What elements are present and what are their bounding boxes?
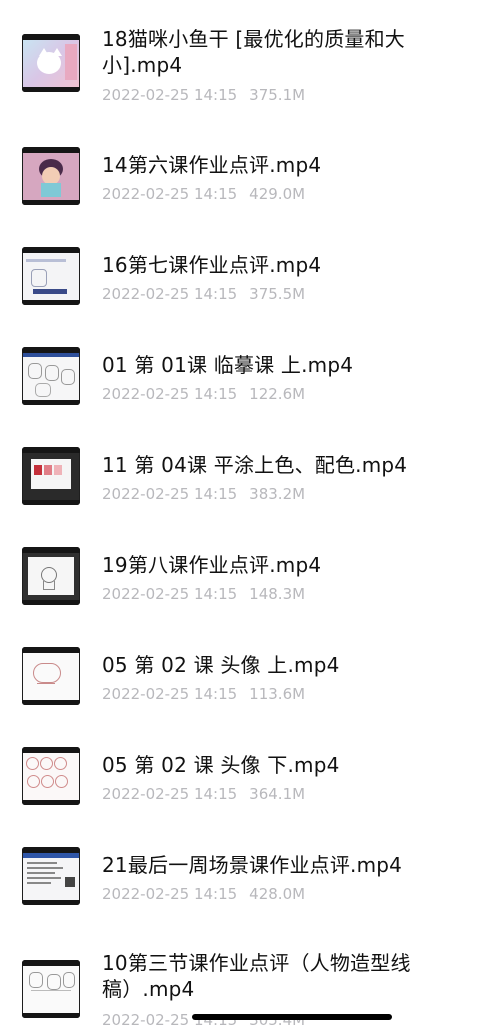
file-size: 148.3M [249,585,306,603]
file-date: 2022-02-25 14:15 [102,385,238,403]
file-size: 375.5M [249,285,306,303]
file-row[interactable]: 14第六课作业点评.mp4 2022-02-25 14:15 429.0M [0,120,493,220]
file-list: 18猫咪小鱼干 [最优化的质量和大小].mp4 2022-02-25 14:15… [0,0,493,1029]
home-indicator[interactable] [192,1014,392,1020]
file-name: 19第八课作业点评.mp4 [102,553,322,577]
file-row[interactable]: 05 第 02 课 头像 下.mp4 2022-02-25 14:15 364.1… [0,720,493,820]
file-size: 375.1M [249,86,306,104]
file-size: 364.1M [249,785,306,803]
file-row[interactable]: 16第七课作业点评.mp4 2022-02-25 14:15 375.5M [0,220,493,320]
file-row[interactable]: 19第八课作业点评.mp4 2022-02-25 14:15 148.3M [0,520,493,620]
video-thumbnail-icon [22,247,80,305]
file-date: 2022-02-25 14:15 [102,585,238,603]
file-meta: 2022-02-25 14:15 122.6M [102,384,305,404]
file-row[interactable]: 05 第 02 课 头像 上.mp4 2022-02-25 14:15 113.6… [0,620,493,720]
file-name: 14第六课作业点评.mp4 [102,153,322,177]
video-thumbnail-icon [22,747,80,805]
file-meta: 2022-02-25 14:15 375.5M [102,284,305,304]
file-date: 2022-02-25 14:15 [102,885,238,903]
file-size: 383.2M [249,485,306,503]
video-thumbnail-icon [22,960,80,1018]
video-thumbnail-icon [22,147,80,205]
file-date: 2022-02-25 14:15 [102,785,238,803]
file-meta: 2022-02-25 14:15 364.1M [102,784,305,804]
file-name: 21最后一周场景课作业点评.mp4 [102,853,403,877]
file-size: 429.0M [249,185,306,203]
file-name: 05 第 02 课 头像 上.mp4 [102,653,340,677]
file-meta: 2022-02-25 14:15 113.6M [102,684,305,704]
file-date: 2022-02-25 14:15 [102,485,238,503]
file-row[interactable]: 18猫咪小鱼干 [最优化的质量和大小].mp4 2022-02-25 14:15… [0,0,493,104]
file-row[interactable]: 01 第 01课 临摹课 上.mp4 2022-02-25 14:15 122.6… [0,320,493,420]
video-thumbnail-icon [22,547,80,605]
file-meta: 2022-02-25 14:15 305.4M [102,1010,305,1030]
file-date: 2022-02-25 14:15 [102,285,238,303]
video-thumbnail-icon [22,34,80,92]
file-meta: 2022-02-25 14:15 429.0M [102,184,305,204]
video-thumbnail-icon [22,347,80,405]
file-name: 16第七课作业点评.mp4 [102,253,322,277]
file-meta: 2022-02-25 14:15 375.1M [102,85,305,105]
video-thumbnail-icon [22,847,80,905]
file-name: 10第三节课作业点评（人物造型线稿）.mp4 [102,951,411,1001]
file-date: 2022-02-25 14:15 [102,685,238,703]
video-thumbnail-icon [22,447,80,505]
file-date: 2022-02-25 14:15 [102,185,238,203]
file-name: 01 第 01课 临摹课 上.mp4 [102,353,354,377]
file-meta: 2022-02-25 14:15 148.3M [102,584,305,604]
file-name: 18猫咪小鱼干 [最优化的质量和大小].mp4 [102,27,406,77]
file-row[interactable]: 10第三节课作业点评（人物造型线稿）.mp4 2022-02-25 14:15 3… [0,920,493,1029]
file-name: 11 第 04课 平涂上色、配色.mp4 [102,453,408,477]
file-meta: 2022-02-25 14:15 428.0M [102,884,305,904]
file-size: 113.6M [249,685,306,703]
file-date: 2022-02-25 14:15 [102,86,238,104]
video-thumbnail-icon [22,647,80,705]
file-size: 428.0M [249,885,306,903]
file-row[interactable]: 21最后一周场景课作业点评.mp4 2022-02-25 14:15 428.0M [0,820,493,920]
file-size: 122.6M [249,385,306,403]
file-row[interactable]: 11 第 04课 平涂上色、配色.mp4 2022-02-25 14:15 383… [0,420,493,520]
file-name: 05 第 02 课 头像 下.mp4 [102,753,340,777]
file-meta: 2022-02-25 14:15 383.2M [102,484,305,504]
